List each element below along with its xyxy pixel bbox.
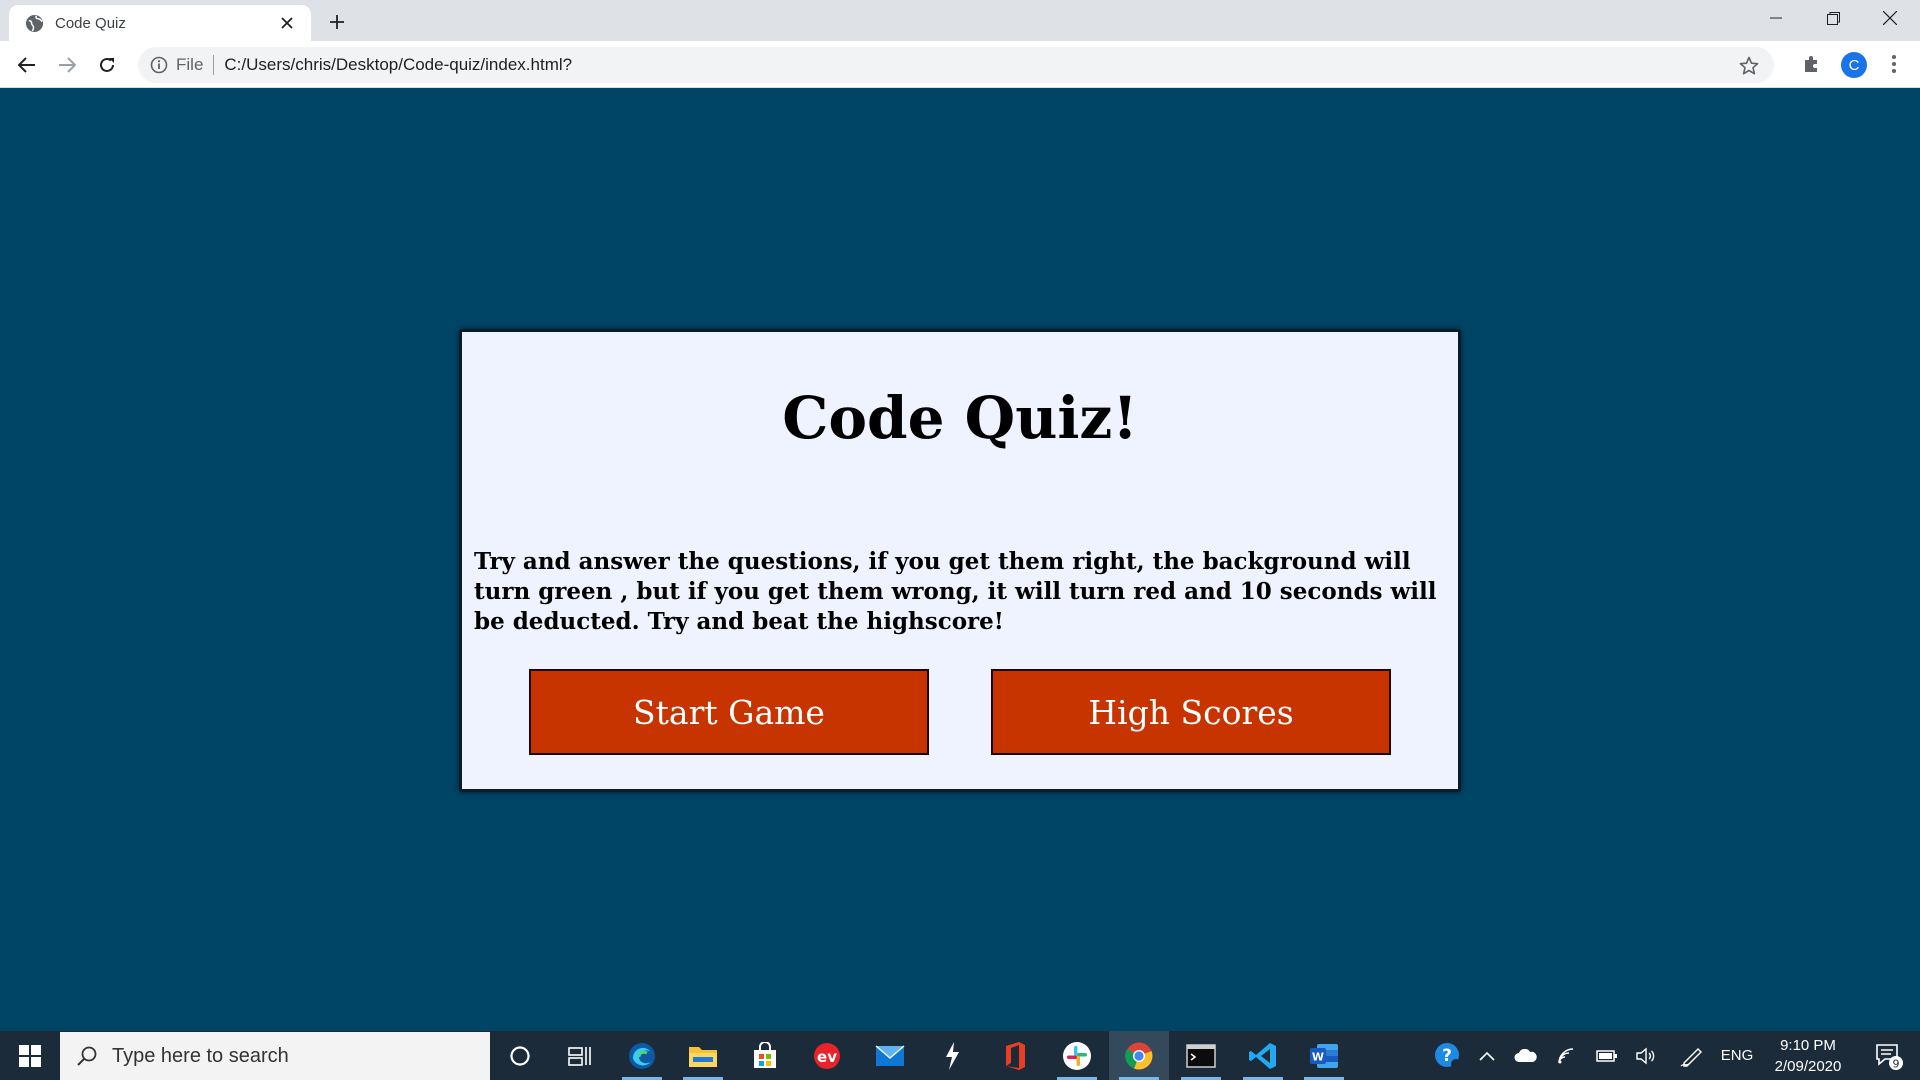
store-icon[interactable] — [735, 1031, 795, 1080]
page-title: Code Quiz! — [782, 384, 1138, 452]
edge-icon[interactable] — [612, 1031, 672, 1080]
task-view-icon[interactable] — [550, 1031, 610, 1080]
windows-start-icon[interactable] — [0, 1031, 60, 1080]
quiz-card: Code Quiz! Try and answer the questions,… — [459, 329, 1461, 792]
close-tab-icon[interactable] — [277, 13, 297, 33]
cortana-icon[interactable] — [490, 1031, 550, 1080]
svg-text:W: W — [1312, 1050, 1324, 1063]
high-scores-button[interactable]: High Scores — [991, 669, 1391, 755]
vscode-icon[interactable] — [1233, 1031, 1293, 1080]
url-divider — [213, 55, 215, 75]
globe-icon — [25, 14, 44, 33]
profile-avatar[interactable]: C — [1841, 52, 1867, 78]
office-icon[interactable] — [985, 1031, 1045, 1080]
help-icon[interactable]: ? — [1428, 1031, 1468, 1080]
forward-button[interactable] — [52, 50, 82, 80]
browser-toolbar: File C:/Users/chris/Desktop/Code-quiz/in… — [0, 41, 1920, 88]
taskbar: Type here to search ev W ? ENG 9:10 PM 2… — [0, 1031, 1920, 1080]
browser-tab[interactable]: Code Quiz — [9, 5, 311, 41]
browser-menu-icon[interactable] — [1880, 50, 1908, 78]
extensions-puzzle-icon[interactable] — [1798, 50, 1826, 78]
taskbar-search-box[interactable]: Type here to search — [60, 1032, 490, 1080]
language-indicator[interactable]: ENG — [1714, 1031, 1760, 1080]
file-explorer-icon[interactable] — [673, 1031, 733, 1080]
info-icon[interactable] — [150, 56, 168, 74]
close-window-button[interactable] — [1862, 0, 1918, 36]
battery-icon[interactable] — [1588, 1031, 1626, 1080]
url-scheme-label: File — [176, 55, 204, 74]
word-icon[interactable]: W — [1294, 1031, 1354, 1080]
pen-icon[interactable] — [1672, 1031, 1712, 1080]
restore-button[interactable] — [1805, 0, 1861, 36]
clock[interactable]: 9:10 PM 2/09/2020 — [1756, 1035, 1860, 1077]
app-red-icon[interactable]: ev — [797, 1031, 857, 1080]
chevron-up-icon[interactable] — [1470, 1031, 1504, 1080]
quiz-description: Try and answer the questions, if you get… — [474, 548, 1437, 635]
minimize-button[interactable] — [1748, 0, 1804, 36]
address-bar[interactable]: File C:/Users/chris/Desktop/Code-quiz/in… — [138, 47, 1774, 83]
tab-strip: Code Quiz — [0, 0, 1920, 41]
chrome-icon[interactable] — [1109, 1031, 1169, 1080]
terminal-icon[interactable] — [1171, 1031, 1231, 1080]
search-icon — [76, 1045, 98, 1067]
slack-icon[interactable] — [1047, 1031, 1107, 1080]
volume-icon[interactable] — [1628, 1031, 1664, 1080]
page-viewport: Code Quiz! Try and answer the questions,… — [0, 88, 1920, 1031]
url-text[interactable]: C:/Users/chris/Desktop/Code-quiz/index.h… — [224, 55, 572, 75]
new-tab-button[interactable] — [325, 10, 349, 34]
svg-text:?: ? — [1442, 1046, 1452, 1066]
notifications-icon[interactable]: 9 — [1864, 1031, 1914, 1080]
notification-count: 9 — [1893, 1057, 1900, 1070]
start-game-button[interactable]: Start Game — [529, 669, 929, 755]
search-placeholder: Type here to search — [112, 1044, 289, 1067]
mail-icon[interactable] — [860, 1031, 920, 1080]
clock-time: 9:10 PM — [1780, 1037, 1836, 1054]
wifi-icon[interactable] — [1548, 1031, 1586, 1080]
svg-text:ev: ev — [817, 1048, 837, 1066]
app-lightning-icon[interactable] — [922, 1031, 982, 1080]
clock-date: 2/09/2020 — [1774, 1058, 1842, 1075]
tab-title: Code Quiz — [55, 14, 126, 32]
onedrive-cloud-icon[interactable] — [1506, 1031, 1546, 1080]
reload-button[interactable] — [92, 50, 122, 80]
back-button[interactable] — [12, 50, 42, 80]
bookmark-star-icon[interactable] — [1738, 55, 1760, 77]
